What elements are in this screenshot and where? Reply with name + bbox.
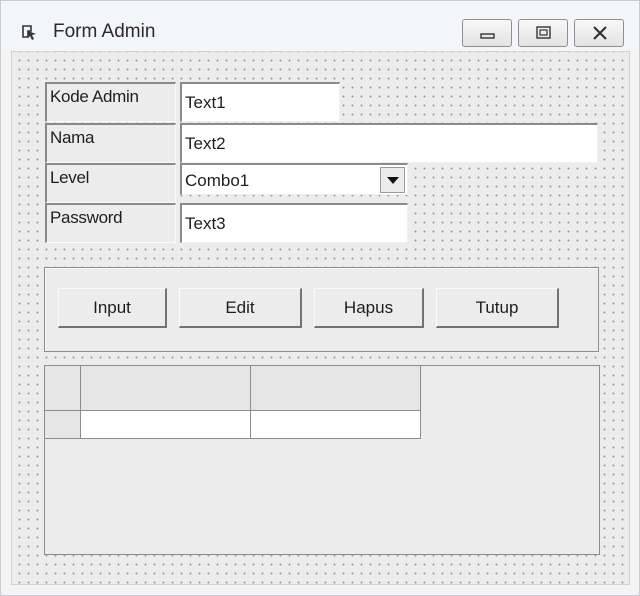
chevron-down-icon xyxy=(387,177,399,184)
level-combobox[interactable]: Combo1 xyxy=(180,163,408,195)
data-grid[interactable] xyxy=(44,365,600,555)
form-icon xyxy=(19,23,39,41)
tutup-button[interactable]: Tutup xyxy=(436,288,559,328)
form-admin-window: Form Admin Kode Admin Text1 Nama Text2 L… xyxy=(0,0,640,596)
grid-column-header-1[interactable] xyxy=(81,366,251,411)
grid-cell-r1-c1[interactable] xyxy=(81,411,251,439)
level-label: Level xyxy=(45,163,176,203)
maximize-button[interactable] xyxy=(518,19,568,47)
close-icon xyxy=(593,26,607,40)
button-frame: Input Edit Hapus Tutup xyxy=(44,267,599,352)
close-button[interactable] xyxy=(574,19,624,47)
nama-label: Nama xyxy=(45,123,176,163)
form-design-area: Kode Admin Text1 Nama Text2 Level Combo1… xyxy=(11,51,630,585)
window-title: Form Admin xyxy=(53,21,156,42)
input-button[interactable]: Input xyxy=(58,288,167,328)
hapus-button[interactable]: Hapus xyxy=(314,288,424,328)
edit-button[interactable]: Edit xyxy=(179,288,302,328)
kode-admin-input[interactable]: Text1 xyxy=(180,82,340,122)
combobox-dropdown-button[interactable] xyxy=(380,167,405,193)
password-input[interactable]: Text3 xyxy=(180,203,408,243)
kode-admin-label: Kode Admin xyxy=(45,82,176,122)
grid-column-header-2[interactable] xyxy=(251,366,421,411)
title-bar[interactable]: Form Admin xyxy=(1,1,639,51)
password-label: Password xyxy=(45,203,176,243)
maximize-icon xyxy=(536,26,551,39)
grid-corner-cell xyxy=(45,366,81,411)
level-combobox-value: Combo1 xyxy=(185,171,250,190)
grid-row-header-1[interactable] xyxy=(45,411,81,439)
minimize-icon xyxy=(480,33,495,39)
minimize-button[interactable] xyxy=(462,19,512,47)
grid-cell-r1-c2[interactable] xyxy=(251,411,421,439)
nama-input[interactable]: Text2 xyxy=(180,123,598,163)
